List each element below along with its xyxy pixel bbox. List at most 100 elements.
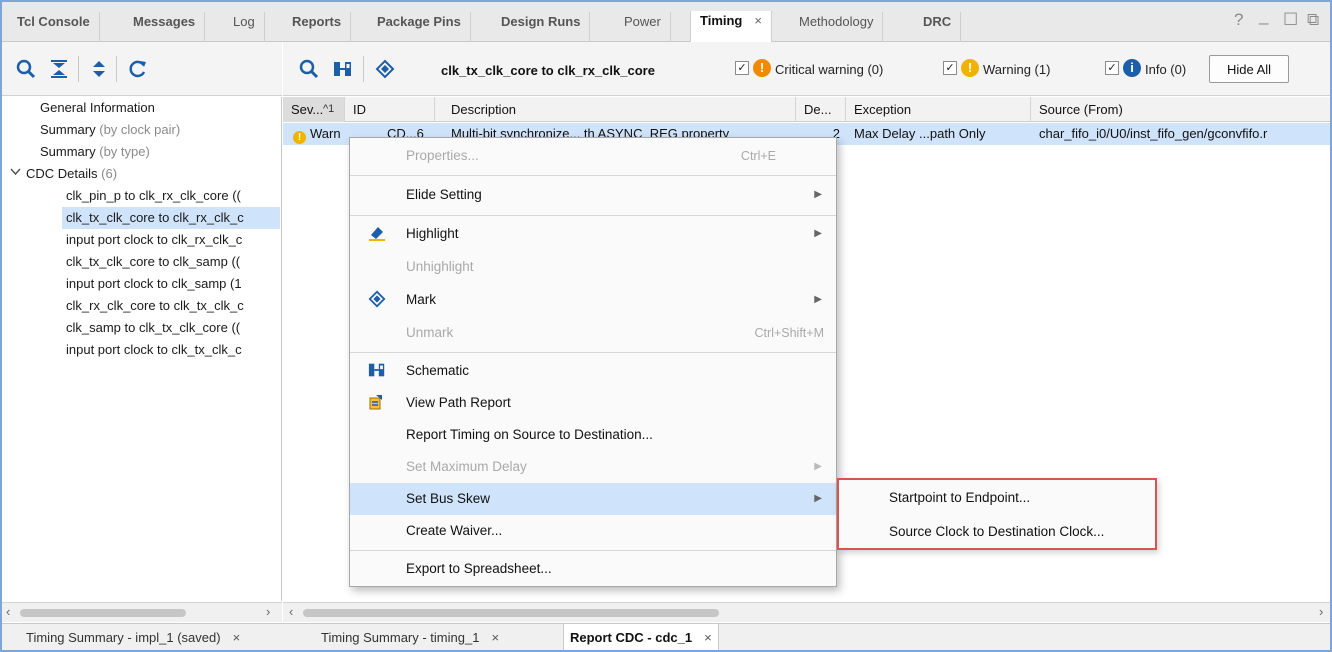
tab-tcl-console[interactable]: Tcl Console bbox=[8, 12, 100, 42]
tree-item-summary-clock-pair[interactable]: Summary (by clock pair) bbox=[40, 119, 180, 141]
menu-item-label: Highlight bbox=[406, 226, 459, 241]
tab-report-cdc[interactable]: Report CDC - cdc_1 × bbox=[563, 624, 719, 650]
tab-messages[interactable]: Messages bbox=[124, 12, 206, 42]
scroll-left-icon[interactable]: ‹ bbox=[289, 604, 293, 619]
tab-timing-summary-impl[interactable]: Timing Summary - impl_1 (saved) × bbox=[20, 624, 246, 650]
menu-item-report-timing[interactable]: Report Timing on Source to Destination..… bbox=[350, 419, 836, 451]
cell-exception: Max Delay ...path Only bbox=[854, 126, 986, 141]
tree-item-label: CDC Details bbox=[26, 166, 98, 181]
chevron-down-icon[interactable] bbox=[10, 167, 21, 179]
menu-item-mark[interactable]: Mark ▶ bbox=[350, 284, 836, 316]
expand-all-icon[interactable] bbox=[90, 59, 108, 84]
hide-all-button[interactable]: Hide All bbox=[1209, 55, 1289, 83]
tree-horizontal-scrollbar[interactable]: ‹ › bbox=[2, 602, 282, 622]
column-header-severity[interactable]: Sev... ^1 bbox=[283, 97, 345, 122]
tab-package-pins[interactable]: Package Pins bbox=[368, 12, 471, 42]
tree-item-clock-pair[interactable]: input port clock to clk_tx_clk_c bbox=[66, 339, 280, 361]
tree-item-cdc-details[interactable]: CDC Details (6) bbox=[26, 163, 117, 185]
scroll-right-icon[interactable]: › bbox=[266, 604, 270, 619]
warning-icon: ! bbox=[961, 59, 979, 77]
scrollbar-thumb[interactable] bbox=[20, 609, 186, 617]
schematic-icon[interactable] bbox=[333, 59, 353, 84]
menu-item-label: Elide Setting bbox=[406, 187, 482, 202]
tab-drc[interactable]: DRC bbox=[914, 12, 962, 42]
mark-icon[interactable] bbox=[375, 59, 395, 84]
menu-item-view-path-report[interactable]: View Path Report bbox=[350, 387, 836, 419]
table-horizontal-scrollbar[interactable]: ‹ › bbox=[283, 602, 1330, 622]
column-header-label: Sev... bbox=[291, 102, 324, 117]
tab-reports[interactable]: Reports bbox=[283, 12, 352, 42]
submenu-arrow-icon: ▶ bbox=[814, 189, 822, 200]
column-header-description[interactable]: Description bbox=[443, 97, 796, 122]
menu-divider bbox=[350, 215, 836, 216]
close-icon[interactable]: × bbox=[491, 630, 499, 645]
column-header-id[interactable]: ID bbox=[345, 97, 435, 122]
info-icon: i bbox=[1123, 59, 1141, 77]
menu-item-properties[interactable]: Properties... Ctrl+E bbox=[350, 140, 836, 172]
menu-divider bbox=[350, 175, 836, 176]
menu-item-set-maximum-delay[interactable]: Set Maximum Delay ▶ bbox=[350, 451, 836, 483]
menu-item-export-spreadsheet[interactable]: Export to Spreadsheet... bbox=[350, 553, 836, 585]
info-checkbox[interactable]: ✓ bbox=[1105, 61, 1119, 75]
minimize-icon[interactable]: _ bbox=[1259, 6, 1268, 26]
close-icon[interactable]: × bbox=[704, 630, 712, 645]
refresh-icon[interactable] bbox=[128, 59, 148, 84]
menu-item-source-clock-to-destination-clock[interactable]: Source Clock to Destination Clock... bbox=[889, 516, 1104, 548]
highlight-icon bbox=[368, 218, 386, 250]
search-icon[interactable] bbox=[16, 59, 36, 84]
menu-item-set-bus-skew[interactable]: Set Bus Skew ▶ bbox=[350, 483, 836, 515]
scroll-right-icon[interactable]: › bbox=[1319, 604, 1323, 619]
menu-item-unhighlight[interactable]: Unhighlight bbox=[350, 251, 836, 283]
menu-item-label: Set Bus Skew bbox=[406, 491, 491, 506]
mark-icon bbox=[368, 284, 386, 316]
vivado-window: Tcl Console Messages Log Reports Package… bbox=[0, 0, 1332, 652]
close-icon[interactable]: × bbox=[754, 13, 762, 28]
menu-item-label: View Path Report bbox=[406, 395, 511, 410]
report-tab-bar: Timing Summary - impl_1 (saved) × Timing … bbox=[2, 623, 1330, 650]
tree-item-label: clk_rx_clk_core to clk_tx_clk_c bbox=[66, 298, 244, 313]
restore-icon[interactable]: ☐ bbox=[1283, 10, 1298, 30]
menu-divider bbox=[350, 550, 836, 551]
menu-item-create-waiver[interactable]: Create Waiver... bbox=[350, 515, 836, 547]
menu-item-startpoint-to-endpoint[interactable]: Startpoint to Endpoint... bbox=[889, 482, 1030, 514]
tab-timing[interactable]: Timing × bbox=[690, 11, 772, 42]
menu-item-unmark[interactable]: Unmark Ctrl+Shift+M bbox=[350, 317, 836, 349]
tree-item-general-information[interactable]: General Information bbox=[40, 97, 155, 119]
scrollbar-thumb[interactable] bbox=[303, 609, 719, 617]
tree-item-clock-pair-selected[interactable]: clk_tx_clk_core to clk_rx_clk_c bbox=[62, 207, 280, 229]
column-header-depth[interactable]: De... bbox=[796, 97, 846, 122]
tree-item-label: input port clock to clk_samp (1 bbox=[66, 276, 242, 291]
tab-methodology[interactable]: Methodology bbox=[790, 12, 884, 42]
tab-power[interactable]: Power bbox=[615, 12, 671, 42]
tab-design-runs[interactable]: Design Runs bbox=[492, 12, 591, 42]
tree-item-clock-pair[interactable]: clk_samp to clk_tx_clk_core (( bbox=[66, 317, 280, 339]
tree-item-clock-pair[interactable]: clk_rx_clk_core to clk_tx_clk_c bbox=[66, 295, 280, 317]
tree-item-clock-pair[interactable]: clk_pin_p to clk_rx_clk_core (( bbox=[66, 185, 280, 207]
column-header-exception[interactable]: Exception bbox=[846, 97, 1031, 122]
close-icon[interactable]: × bbox=[233, 630, 241, 645]
tree-item-suffix: (6) bbox=[101, 166, 118, 181]
tree-item-summary-type[interactable]: Summary (by type) bbox=[40, 141, 150, 163]
scroll-left-icon[interactable]: ‹ bbox=[6, 604, 10, 619]
tree-item-label: clk_tx_clk_core to clk_rx_clk_c bbox=[66, 210, 244, 225]
column-header-source[interactable]: Source (From) bbox=[1031, 97, 1330, 122]
toolbar-divider bbox=[116, 56, 117, 82]
tab-timing-summary-timing[interactable]: Timing Summary - timing_1 × bbox=[315, 624, 505, 650]
tab-log[interactable]: Log bbox=[224, 12, 265, 42]
warning-checkbox[interactable]: ✓ bbox=[943, 61, 957, 75]
collapse-all-icon[interactable] bbox=[50, 59, 68, 84]
table-header: Sev... ^1 ID Description De... Exception… bbox=[283, 97, 1330, 122]
menu-item-highlight[interactable]: Highlight ▶ bbox=[350, 218, 836, 250]
submenu-arrow-icon: ▶ bbox=[814, 461, 822, 472]
tree-item-clock-pair[interactable]: input port clock to clk_samp (1 bbox=[66, 273, 280, 295]
float-icon[interactable]: ⧉ bbox=[1307, 10, 1319, 30]
tree-item-clock-pair[interactable]: input port clock to clk_rx_clk_c bbox=[66, 229, 280, 251]
tree-item-clock-pair[interactable]: clk_tx_clk_core to clk_samp (( bbox=[66, 251, 280, 273]
tab-label: Report CDC - cdc_1 bbox=[570, 630, 693, 645]
cell-severity: ! Warn bbox=[289, 123, 345, 145]
search-icon[interactable] bbox=[299, 59, 319, 84]
menu-item-schematic[interactable]: Schematic bbox=[350, 355, 836, 387]
menu-item-elide-setting[interactable]: Elide Setting ▶ bbox=[350, 179, 836, 211]
help-icon[interactable]: ? bbox=[1234, 10, 1243, 30]
critical-warning-checkbox[interactable]: ✓ bbox=[735, 61, 749, 75]
